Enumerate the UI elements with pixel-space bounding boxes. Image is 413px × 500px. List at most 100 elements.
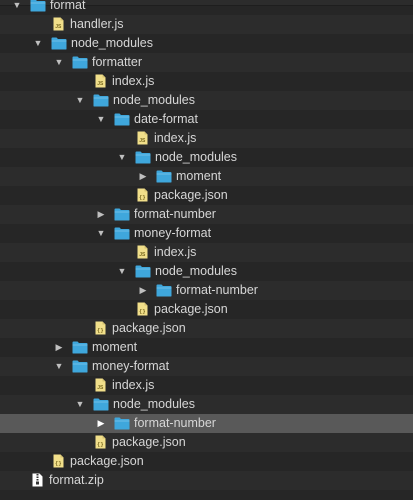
folder-icon bbox=[156, 284, 172, 297]
js-file-icon: JS bbox=[137, 245, 148, 259]
folder-icon bbox=[135, 265, 151, 278]
svg-text:{}: {} bbox=[139, 308, 146, 315]
tree-row-node-modules[interactable]: ▼ node_modules bbox=[0, 148, 413, 167]
js-file-icon: JS bbox=[137, 131, 148, 145]
tree-row-format[interactable]: ▼ format bbox=[0, 0, 413, 15]
tree-item-label: node_modules bbox=[155, 150, 238, 164]
tree-item-label: format-number bbox=[134, 416, 216, 430]
disclosure-collapsed-icon[interactable]: ▶ bbox=[138, 281, 148, 300]
tree-item-label: index.js bbox=[154, 131, 197, 145]
tree-item-label: index.js bbox=[154, 245, 197, 259]
zip-file-icon bbox=[32, 473, 43, 487]
tree-item-label: node_modules bbox=[155, 264, 238, 278]
tree-row-formatter[interactable]: ▼ formatter bbox=[0, 53, 413, 72]
tree-row-money-format[interactable]: ▼ money-format bbox=[0, 357, 413, 376]
svg-text:JS: JS bbox=[97, 81, 104, 87]
tree-item-label: format.zip bbox=[49, 473, 104, 487]
tree-item-label: package.json bbox=[154, 302, 228, 316]
tree-row-package-json[interactable]: {} package.json bbox=[0, 433, 413, 452]
tree-row-moment[interactable]: ▶ moment bbox=[0, 167, 413, 186]
disclosure-collapsed-icon[interactable]: ▶ bbox=[138, 167, 148, 186]
folder-icon bbox=[114, 113, 130, 126]
disclosure-expanded-icon[interactable]: ▼ bbox=[12, 0, 22, 15]
disclosure-expanded-icon[interactable]: ▼ bbox=[54, 357, 64, 376]
tree-item-label: package.json bbox=[154, 188, 228, 202]
tree-item-label: money-format bbox=[92, 359, 170, 373]
tree-row-index-js[interactable]: JS index.js bbox=[0, 376, 413, 395]
json-file-icon: {} bbox=[95, 321, 106, 335]
svg-text:{}: {} bbox=[97, 441, 104, 448]
disclosure-collapsed-icon[interactable]: ▶ bbox=[96, 414, 106, 433]
tree-item-label: package.json bbox=[112, 435, 186, 449]
tree-row-date-format[interactable]: ▼ date-format bbox=[0, 110, 413, 129]
tree-item-label: date-format bbox=[134, 112, 198, 126]
tree-item-label: format-number bbox=[176, 283, 258, 297]
disclosure-expanded-icon[interactable]: ▼ bbox=[33, 34, 43, 53]
tree-row-package-json[interactable]: {} package.json bbox=[0, 300, 413, 319]
json-file-icon: {} bbox=[137, 188, 148, 202]
tree-item-label: moment bbox=[176, 169, 222, 183]
disclosure-collapsed-icon[interactable]: ▶ bbox=[96, 205, 106, 224]
tree-item-label: package.json bbox=[112, 321, 186, 335]
tree-item-label: format-number bbox=[134, 207, 216, 221]
json-file-icon: {} bbox=[95, 435, 106, 449]
svg-text:JS: JS bbox=[139, 252, 146, 258]
tree-item-label: index.js bbox=[112, 378, 155, 392]
tree-row-money-format[interactable]: ▼ money-format bbox=[0, 224, 413, 243]
folder-icon bbox=[93, 398, 109, 411]
folder-icon bbox=[72, 341, 88, 354]
tree-item-label: moment bbox=[92, 340, 138, 354]
tree-row-format-number[interactable]: ▶ format-number bbox=[0, 414, 413, 433]
tree-row-index-js[interactable]: JS index.js bbox=[0, 72, 413, 91]
tree-row-node-modules[interactable]: ▼ node_modules bbox=[0, 34, 413, 53]
json-file-icon: {} bbox=[137, 302, 148, 316]
folder-icon bbox=[135, 151, 151, 164]
file-tree: ▼ format JS handler.js ▼ node_modules ▼ formatt… bbox=[0, 0, 413, 490]
tree-item-label: package.json bbox=[70, 454, 144, 468]
disclosure-expanded-icon[interactable]: ▼ bbox=[117, 262, 127, 281]
tree-row-format-number[interactable]: ▶ format-number bbox=[0, 205, 413, 224]
tree-row-package-json[interactable]: {} package.json bbox=[0, 452, 413, 471]
tree-row-node-modules[interactable]: ▼ node_modules bbox=[0, 91, 413, 110]
tree-item-label: handler.js bbox=[70, 17, 124, 31]
disclosure-expanded-icon[interactable]: ▼ bbox=[75, 395, 85, 414]
svg-text:JS: JS bbox=[97, 385, 104, 391]
tree-row-index-js[interactable]: JS index.js bbox=[0, 129, 413, 148]
tree-row-index-js[interactable]: JS index.js bbox=[0, 243, 413, 262]
json-file-icon: {} bbox=[53, 454, 64, 468]
js-file-icon: JS bbox=[95, 378, 106, 392]
tree-row-node-modules[interactable]: ▼ node_modules bbox=[0, 262, 413, 281]
folder-icon bbox=[156, 170, 172, 183]
disclosure-expanded-icon[interactable]: ▼ bbox=[54, 53, 64, 72]
disclosure-expanded-icon[interactable]: ▼ bbox=[75, 91, 85, 110]
tree-item-label: formatter bbox=[92, 55, 143, 69]
folder-icon bbox=[72, 56, 88, 69]
tree-item-label: index.js bbox=[112, 74, 155, 88]
tree-row-package-json[interactable]: {} package.json bbox=[0, 319, 413, 338]
js-file-icon: JS bbox=[95, 74, 106, 88]
folder-icon bbox=[30, 0, 46, 12]
svg-text:JS: JS bbox=[55, 24, 62, 30]
disclosure-expanded-icon[interactable]: ▼ bbox=[96, 224, 106, 243]
folder-icon bbox=[93, 94, 109, 107]
tree-item-label: node_modules bbox=[71, 36, 154, 50]
disclosure-expanded-icon[interactable]: ▼ bbox=[117, 148, 127, 167]
disclosure-collapsed-icon[interactable]: ▶ bbox=[54, 338, 64, 357]
tree-item-label: node_modules bbox=[113, 397, 196, 411]
folder-icon bbox=[72, 360, 88, 373]
tree-row-moment[interactable]: ▶ moment bbox=[0, 338, 413, 357]
svg-text:JS: JS bbox=[139, 138, 146, 144]
tree-item-label: node_modules bbox=[113, 93, 196, 107]
tree-item-label: format bbox=[50, 0, 86, 12]
svg-text:{}: {} bbox=[97, 327, 104, 334]
tree-row-format-zip[interactable]: format.zip bbox=[0, 471, 413, 490]
folder-icon bbox=[114, 227, 130, 240]
tree-row-package-json[interactable]: {} package.json bbox=[0, 186, 413, 205]
folder-icon bbox=[114, 208, 130, 221]
tree-row-handler-js[interactable]: JS handler.js bbox=[0, 15, 413, 34]
tree-row-node-modules[interactable]: ▼ node_modules bbox=[0, 395, 413, 414]
svg-text:{}: {} bbox=[139, 194, 146, 201]
tree-row-format-number[interactable]: ▶ format-number bbox=[0, 281, 413, 300]
disclosure-expanded-icon[interactable]: ▼ bbox=[96, 110, 106, 129]
folder-icon bbox=[114, 417, 130, 430]
